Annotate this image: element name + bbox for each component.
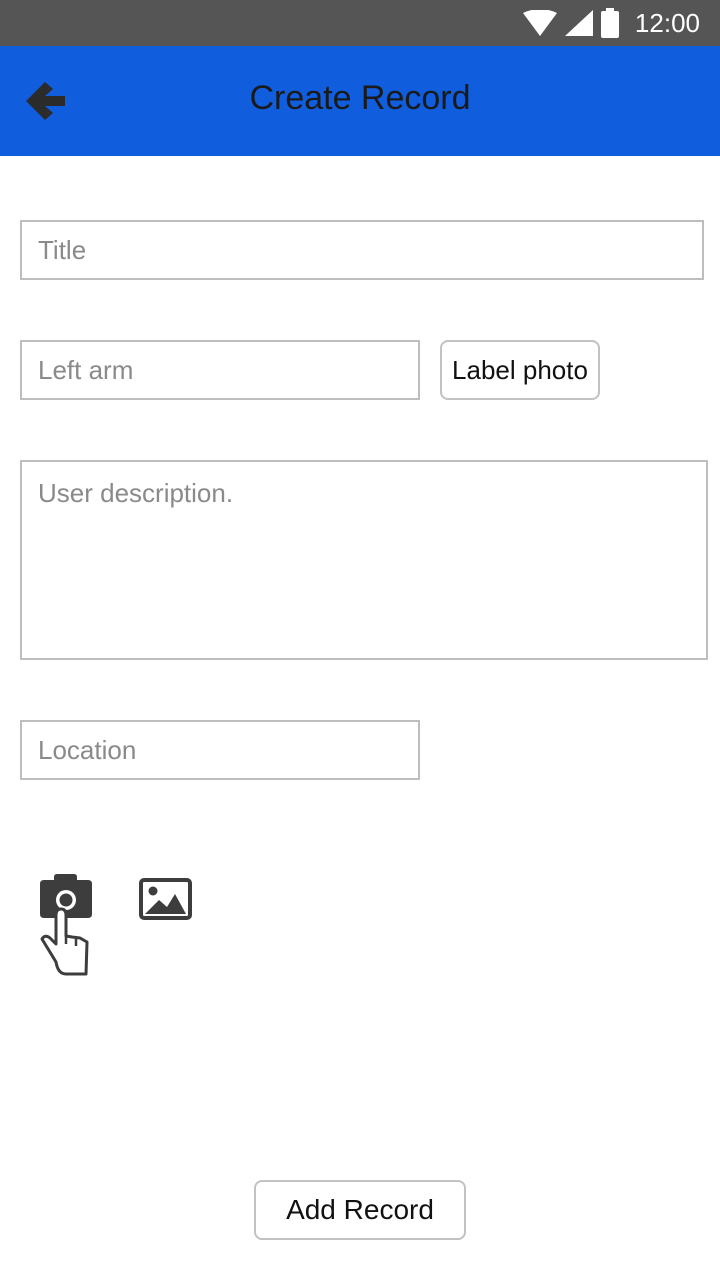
- pointing-hand-icon: [40, 907, 89, 976]
- wifi-icon: [522, 10, 557, 36]
- battery-icon: [600, 8, 619, 38]
- description-input[interactable]: [20, 460, 708, 660]
- body-part-input[interactable]: [20, 340, 420, 400]
- cell-signal-icon: [564, 10, 593, 36]
- gallery-button[interactable]: [138, 876, 194, 924]
- status-icons: 12:00: [522, 0, 700, 46]
- status-bar: 12:00: [0, 0, 720, 46]
- location-input[interactable]: [20, 720, 420, 780]
- take-photo-button[interactable]: [36, 872, 100, 978]
- camera-touch-graphic: [40, 874, 92, 976]
- add-record-button[interactable]: Add Record: [254, 1180, 466, 1240]
- label-photo-button[interactable]: Label photo: [440, 340, 600, 400]
- image-gallery-icon: [139, 878, 192, 920]
- title-input[interactable]: [20, 220, 704, 280]
- app-bar: Create Record: [0, 46, 720, 156]
- page-title: Create Record: [249, 79, 471, 117]
- status-time: 12:00: [634, 7, 700, 38]
